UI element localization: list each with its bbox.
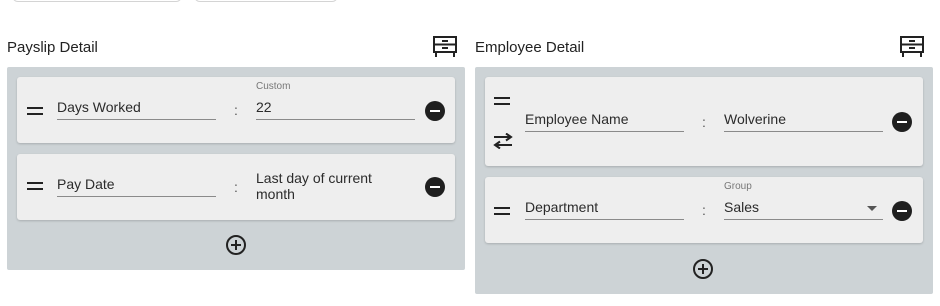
value-type-label: Group: [724, 181, 752, 192]
drag-handle-icon[interactable]: [27, 182, 43, 190]
employee-panel-title: Employee Detail: [475, 39, 585, 56]
department-label-field[interactable]: Department: [525, 199, 684, 220]
top-button-1[interactable]: [12, 0, 182, 2]
drag-handle-icon[interactable]: [494, 207, 510, 215]
days-worked-label-field[interactable]: Days Worked: [57, 99, 216, 120]
add-circle-icon[interactable]: [226, 235, 246, 255]
employee-panel: Employee Name : Wolverine Department : G…: [475, 67, 933, 294]
drawer-icon[interactable]: [900, 36, 924, 58]
employee-row-name: Employee Name : Wolverine: [485, 77, 923, 166]
days-worked-value-field[interactable]: 22: [256, 99, 415, 120]
separator: :: [234, 102, 238, 118]
top-button-2[interactable]: [194, 0, 338, 2]
department-select[interactable]: Sales: [724, 199, 883, 220]
separator: :: [234, 179, 238, 195]
payslip-row-days-worked: Days Worked : Custom 22: [17, 77, 455, 143]
swap-icon[interactable]: [493, 133, 513, 149]
payslip-panel: Days Worked : Custom 22 Pay Date : Last …: [7, 67, 465, 270]
pay-date-label-field[interactable]: Pay Date: [57, 176, 216, 197]
payslip-panel-title: Payslip Detail: [7, 39, 98, 56]
drag-handle-icon[interactable]: [494, 97, 510, 105]
add-circle-icon[interactable]: [693, 259, 713, 279]
pay-date-value-field[interactable]: Last day of current month: [256, 170, 396, 206]
separator: :: [702, 202, 706, 218]
remove-circle-icon[interactable]: [892, 201, 912, 221]
remove-circle-icon[interactable]: [425, 101, 445, 121]
separator: :: [702, 114, 706, 130]
value-type-label: Custom: [256, 81, 291, 92]
remove-circle-icon[interactable]: [425, 177, 445, 197]
chevron-down-icon[interactable]: [867, 206, 877, 211]
remove-circle-icon[interactable]: [892, 112, 912, 132]
payslip-row-pay-date: Pay Date : Last day of current month: [17, 154, 455, 220]
drawer-icon[interactable]: [433, 36, 457, 58]
drag-handle-icon[interactable]: [27, 107, 43, 115]
employee-row-department: Department : Group Sales: [485, 177, 923, 243]
employee-name-label-field[interactable]: Employee Name: [525, 111, 684, 132]
employee-name-value-field[interactable]: Wolverine: [724, 111, 883, 132]
